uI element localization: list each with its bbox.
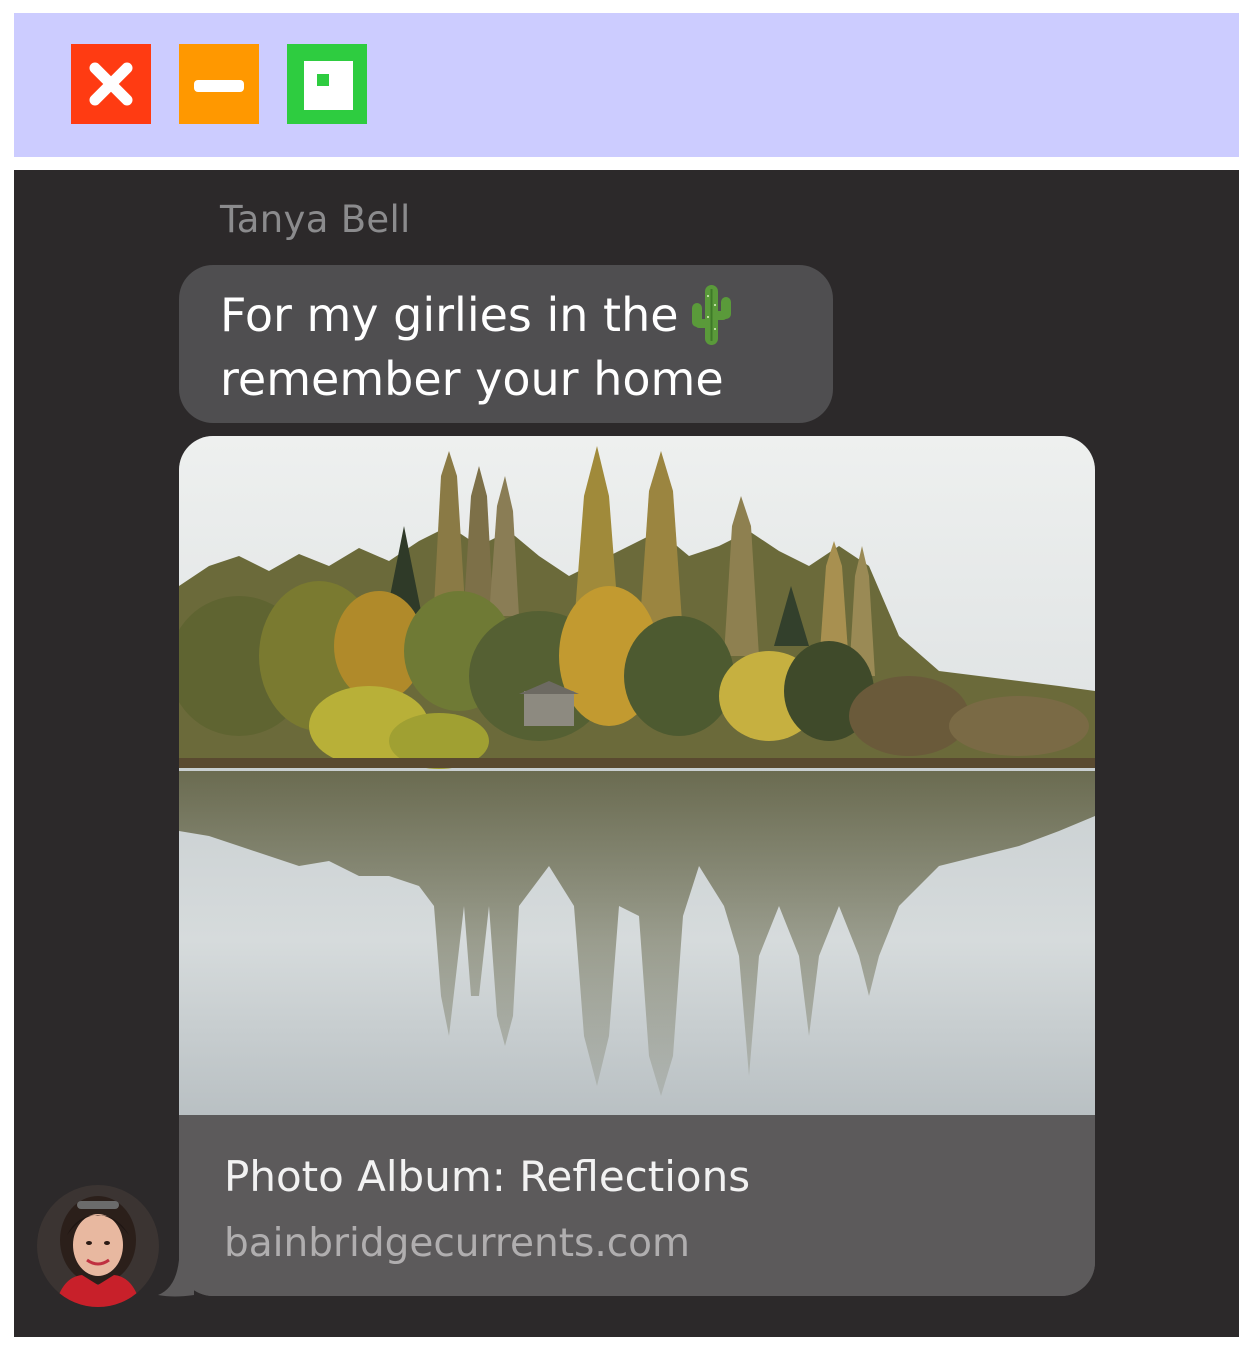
bubble-tail xyxy=(158,1260,194,1297)
maximize-button[interactable] xyxy=(287,44,367,124)
minimize-button[interactable] xyxy=(179,44,259,124)
cactus-emoji-icon xyxy=(691,284,731,345)
close-icon xyxy=(89,62,133,106)
link-preview-card[interactable]: Photo Album: Reflections bainbridgecurre… xyxy=(179,436,1095,1296)
minimize-icon xyxy=(194,80,244,92)
window-titlebar xyxy=(14,13,1239,157)
maximize-icon xyxy=(304,61,353,110)
link-preview-footer: Photo Album: Reflections bainbridgecurre… xyxy=(179,1115,1095,1296)
sender-avatar[interactable] xyxy=(37,1185,159,1307)
message-text-2: remember your home xyxy=(220,352,724,406)
link-preview-image[interactable] xyxy=(179,436,1095,1115)
sender-name: Tanya Bell xyxy=(220,198,411,241)
chat-pane: Tanya Bell For my girlies in the remembe… xyxy=(14,170,1239,1337)
link-preview-domain[interactable]: bainbridgecurrents.com xyxy=(224,1221,690,1266)
link-preview-title[interactable]: Photo Album: Reflections xyxy=(224,1152,750,1201)
message-bubble[interactable]: For my girlies in the remember your home xyxy=(179,265,833,423)
message-line-1: For my girlies in the xyxy=(220,283,803,347)
message-text-1: For my girlies in the xyxy=(220,288,679,342)
close-button[interactable] xyxy=(71,44,151,124)
avatar-icon xyxy=(37,1185,159,1307)
